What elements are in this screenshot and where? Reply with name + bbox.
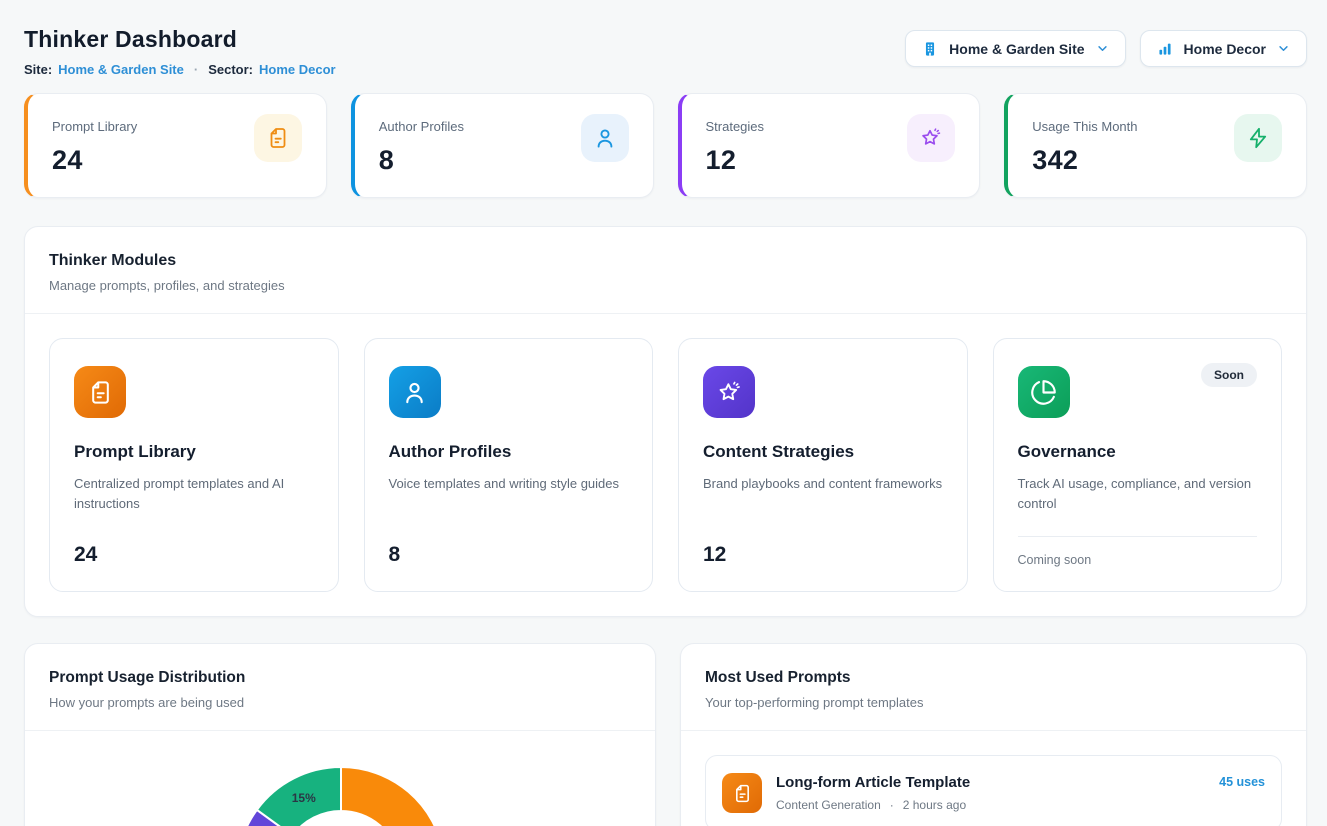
sector-selector-label: Home Decor [1184, 41, 1266, 57]
site-label: Site: [24, 62, 52, 77]
module-title: Content Strategies [703, 442, 943, 462]
pie-chart-icon [1030, 379, 1057, 406]
sparkle-star-icon [919, 126, 943, 150]
site-selector-dropdown[interactable]: Home & Garden Site [905, 30, 1125, 67]
page-header: Thinker Dashboard Site: Home & Garden Si… [24, 26, 1307, 77]
stat-card-prompt-library: Prompt Library 24 [24, 93, 327, 198]
stat-card-strategies: Strategies 12 [678, 93, 981, 198]
module-count: 8 [389, 543, 629, 567]
prompt-list-item[interactable]: Long-form Article Template Content Gener… [705, 755, 1282, 826]
module-footer: Coming soon [1018, 553, 1258, 567]
module-card-author-profiles[interactable]: Author Profiles Voice templates and writ… [364, 338, 654, 592]
module-count: 24 [74, 543, 314, 567]
site-link[interactable]: Home & Garden Site [58, 62, 184, 77]
sector-label: Sector: [208, 62, 253, 77]
soon-badge: Soon [1201, 363, 1257, 387]
prompt-item-uses-badge: 45 uses [1219, 775, 1265, 789]
sector-selector-dropdown[interactable]: Home Decor [1140, 30, 1307, 67]
module-description: Track AI usage, compliance, and version … [1018, 474, 1258, 514]
usage-donut-chart[interactable]: 15% [25, 731, 655, 826]
donut-segment[interactable] [341, 767, 445, 826]
chevron-down-icon [1095, 41, 1110, 56]
prompt-usage-distribution-card: Prompt Usage Distribution How your promp… [24, 643, 656, 826]
modules-panel-title: Thinker Modules [49, 252, 1282, 270]
prompt-item-time: 2 hours ago [903, 798, 966, 812]
module-description: Brand playbooks and content frameworks [703, 474, 943, 494]
usage-card-subtitle: How your prompts are being used [49, 695, 631, 710]
prompt-item-title: Long-form Article Template [776, 774, 970, 791]
sector-link[interactable]: Home Decor [259, 62, 336, 77]
site-selector-label: Home & Garden Site [949, 41, 1084, 57]
module-description: Centralized prompt templates and AI inst… [74, 474, 314, 514]
building-icon [921, 40, 939, 58]
file-text-icon [87, 379, 114, 406]
prompt-item-category: Content Generation [776, 798, 881, 812]
dashboard-page: Thinker Dashboard Site: Home & Garden Si… [0, 0, 1327, 826]
usage-card-title: Prompt Usage Distribution [49, 669, 631, 687]
donut-segment-label: 15% [292, 791, 316, 805]
stat-card-usage: Usage This Month 342 [1004, 93, 1307, 198]
bar-chart-icon [1156, 40, 1174, 58]
site-sector-breadcrumb: Site: Home & Garden Site · Sector: Home … [24, 62, 336, 77]
modules-panel-subtitle: Manage prompts, profiles, and strategies [49, 278, 1282, 293]
most-used-prompts-card: Most Used Prompts Your top-performing pr… [680, 643, 1307, 826]
module-card-governance: Soon Governance Track AI usage, complian… [993, 338, 1283, 592]
file-text-icon [732, 783, 753, 804]
prompts-card-title: Most Used Prompts [705, 669, 1282, 687]
thinker-modules-panel: Thinker Modules Manage prompts, profiles… [24, 226, 1307, 617]
module-title: Prompt Library [74, 442, 314, 462]
divider [1018, 536, 1258, 537]
user-icon [593, 126, 617, 150]
module-count: 12 [703, 543, 943, 567]
module-card-prompt-library[interactable]: Prompt Library Centralized prompt templa… [49, 338, 339, 592]
module-description: Voice templates and writing style guides [389, 474, 629, 494]
module-card-content-strategies[interactable]: Content Strategies Brand playbooks and c… [678, 338, 968, 592]
sparkle-star-icon [716, 379, 743, 406]
module-title: Governance [1018, 442, 1258, 462]
prompts-card-subtitle: Your top-performing prompt templates [705, 695, 1282, 710]
module-title: Author Profiles [389, 442, 629, 462]
file-text-icon [266, 126, 290, 150]
user-icon [401, 379, 428, 406]
chevron-down-icon [1276, 41, 1291, 56]
separator-dot: · [890, 798, 894, 812]
separator-dot: · [194, 62, 198, 77]
page-title: Thinker Dashboard [24, 26, 336, 53]
stat-card-author-profiles: Author Profiles 8 [351, 93, 654, 198]
stats-row: Prompt Library 24 Author Profiles 8 Stra… [24, 93, 1307, 198]
lightning-icon [1246, 126, 1270, 150]
